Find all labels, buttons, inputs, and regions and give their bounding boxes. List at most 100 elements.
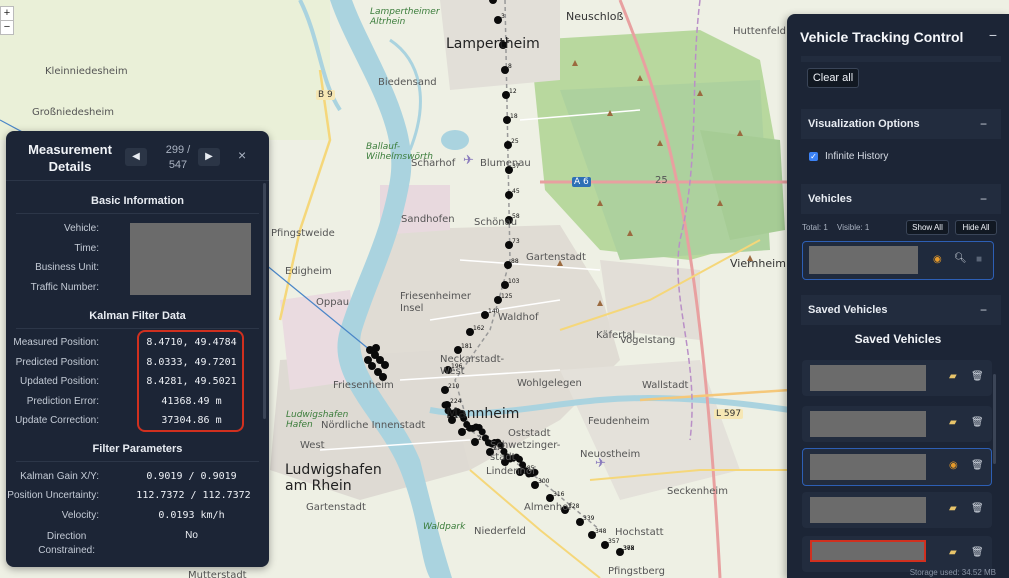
- vehicles-title: Vehicles: [808, 193, 853, 205]
- map-label-scharhof: Scharhof: [411, 158, 456, 169]
- hide-all-button[interactable]: Hide All: [955, 220, 997, 235]
- filter-label: Direction Constrained:: [38, 531, 95, 556]
- map-label-oststadt: Oststadt: [508, 428, 551, 439]
- filter-value: No: [185, 530, 198, 541]
- measurement-title: Measurement Details: [28, 142, 112, 174]
- map-label-pfingstberg: Pfingstberg: [608, 566, 665, 577]
- kalman-label: Prediction Error:: [26, 396, 99, 407]
- map-label-mannheim: Mannheim: [446, 406, 520, 422]
- trash-icon[interactable]: 🗑︎: [971, 460, 984, 471]
- track-point[interactable]: [372, 344, 380, 352]
- eye-icon[interactable]: ◉: [933, 254, 942, 265]
- map-label-hochstatt: Hochstatt: [615, 527, 664, 538]
- map-label-mutterstadt: Mutterstadt: [188, 570, 247, 578]
- infinite-history-checkbox[interactable]: ✓: [809, 152, 818, 161]
- info-label: Business Unit:: [35, 262, 99, 273]
- track-point-label: 300: [538, 478, 550, 485]
- road-label-b9: B 9: [316, 90, 335, 100]
- trash-icon[interactable]: 🗑︎: [971, 547, 984, 558]
- delete-icon[interactable]: ■: [976, 254, 982, 265]
- filter-value: 0.9019 / 0.9019: [146, 471, 237, 482]
- map-label-friesenheimer-insel: Friesenheimer Insel: [400, 291, 472, 314]
- map-label-pfingstweide: Pfingstweide: [271, 228, 335, 239]
- prev-measurement-button[interactable]: ◀: [125, 148, 147, 166]
- filter-value: 0.0193 km/h: [158, 510, 225, 521]
- trash-icon[interactable]: 🗑︎: [971, 371, 984, 382]
- kalman-label: Predicted Position:: [15, 357, 99, 368]
- track-point-label: 262: [478, 435, 490, 442]
- saved-vehicle-card-active[interactable]: ◉ 🗑︎: [802, 448, 992, 486]
- folder-icon[interactable]: ▰: [949, 371, 957, 382]
- clear-all-button[interactable]: Clear all: [807, 68, 859, 88]
- vehicles-visible: Visible: 1: [837, 223, 870, 232]
- panel-scrollbar[interactable]: [263, 183, 266, 419]
- folder-icon[interactable]: ▰: [949, 417, 957, 428]
- track-point[interactable]: [489, 0, 497, 4]
- redacted-saved-name: [810, 497, 926, 523]
- next-measurement-button[interactable]: ▶: [198, 148, 220, 166]
- track-point-label: 357: [608, 538, 620, 545]
- trash-icon[interactable]: 🗑︎: [971, 417, 984, 428]
- saved-scrollbar[interactable]: [993, 374, 996, 464]
- saved-vehicle-card[interactable]: ▰ 🗑︎: [802, 492, 992, 528]
- map-label-neuostheim: Neuostheim: [580, 449, 641, 460]
- track-point-label: 125: [501, 293, 513, 300]
- saved-vehicles-title: Saved Vehicles: [808, 304, 888, 316]
- map-label-biedensand: Biedensand: [378, 77, 437, 88]
- track-point-label: 12: [509, 88, 517, 95]
- eye-icon[interactable]: ◉: [949, 460, 958, 471]
- map-label-wohlgelegen: Wohlgelegen: [517, 378, 582, 389]
- zoom-in-button[interactable]: +: [1, 7, 13, 21]
- kalman-label: Update Correction:: [15, 415, 99, 426]
- track-point[interactable]: [381, 361, 389, 369]
- vehicle-card[interactable]: ◉ 🔍︎ ■: [802, 241, 994, 280]
- map-label-oppau: Oppau: [316, 297, 350, 308]
- map-label-west: West: [300, 440, 325, 451]
- vehicle-tracking-panel: Vehicle Tracking Control − Clear all Vis…: [787, 14, 1009, 578]
- filter-label: Kalman Gain X/Y:: [20, 471, 99, 482]
- show-all-button[interactable]: Show All: [906, 220, 949, 235]
- map-label-niederfeld: Niederfeld: [474, 526, 526, 537]
- close-icon[interactable]: ×: [238, 147, 246, 163]
- track-point[interactable]: [364, 356, 372, 364]
- kalman-label: Updated Position:: [20, 376, 99, 387]
- map-label-sandhofen: Sandhofen: [401, 214, 455, 225]
- folder-icon[interactable]: ▰: [949, 547, 957, 558]
- visualization-minimize-icon[interactable]: −: [980, 117, 987, 131]
- road-label-a6: A 6: [572, 177, 591, 187]
- info-label: Vehicle:: [63, 223, 99, 234]
- map-label-vogelstang: Vogelstang: [620, 335, 676, 346]
- saved-vehicle-card[interactable]: ▰ 🗑︎: [802, 406, 992, 442]
- track-point-label: 25: [511, 138, 519, 145]
- track-point-label: 162: [473, 325, 485, 332]
- measurement-counter: 299 / 547: [165, 144, 191, 171]
- map-label-schoenau: Schönau: [474, 217, 518, 228]
- track-point-label: 339: [583, 515, 595, 522]
- storage-used: Storage used: 34.52 MB: [909, 568, 996, 577]
- saved-minimize-icon[interactable]: −: [980, 303, 987, 317]
- saved-vehicle-card[interactable]: ▰ 🗑︎: [802, 536, 992, 572]
- trash-icon[interactable]: 🗑︎: [971, 503, 984, 514]
- zoom-out-button[interactable]: −: [1, 21, 13, 34]
- basic-info-title: Basic Information: [91, 195, 184, 207]
- divider: [16, 461, 259, 462]
- divider: [16, 328, 259, 329]
- vehicles-minimize-icon[interactable]: −: [980, 192, 987, 206]
- map-label-neckarstadt-west: Neckarstadt- West: [440, 354, 505, 377]
- map-label-seckenheim: Seckenheim: [667, 486, 728, 497]
- filter-row-gain: Kalman Gain X/Y: 0.9019 / 0.9019: [6, 471, 269, 489]
- saved-vehicle-card[interactable]: ▰ 🗑︎: [802, 360, 992, 396]
- map-label-waldhof: Waldhof: [498, 312, 539, 323]
- infinite-history-label: Infinite History: [825, 151, 889, 162]
- map-label-almenhof: Almenhof: [524, 502, 572, 513]
- track-point-label: 181: [461, 343, 473, 350]
- track-point-label: 316: [553, 491, 565, 498]
- kalman-highlight-box: [137, 330, 244, 432]
- redacted-saved-name: [810, 411, 926, 437]
- minimize-icon[interactable]: −: [989, 27, 997, 43]
- zoom-to-icon[interactable]: 🔍︎: [954, 253, 967, 264]
- filter-label: Position Uncertainty:: [7, 490, 99, 501]
- filter-title: Filter Parameters: [92, 443, 183, 455]
- map-label-neuschloss: Neuschloß: [566, 10, 624, 23]
- folder-icon[interactable]: ▰: [949, 503, 957, 514]
